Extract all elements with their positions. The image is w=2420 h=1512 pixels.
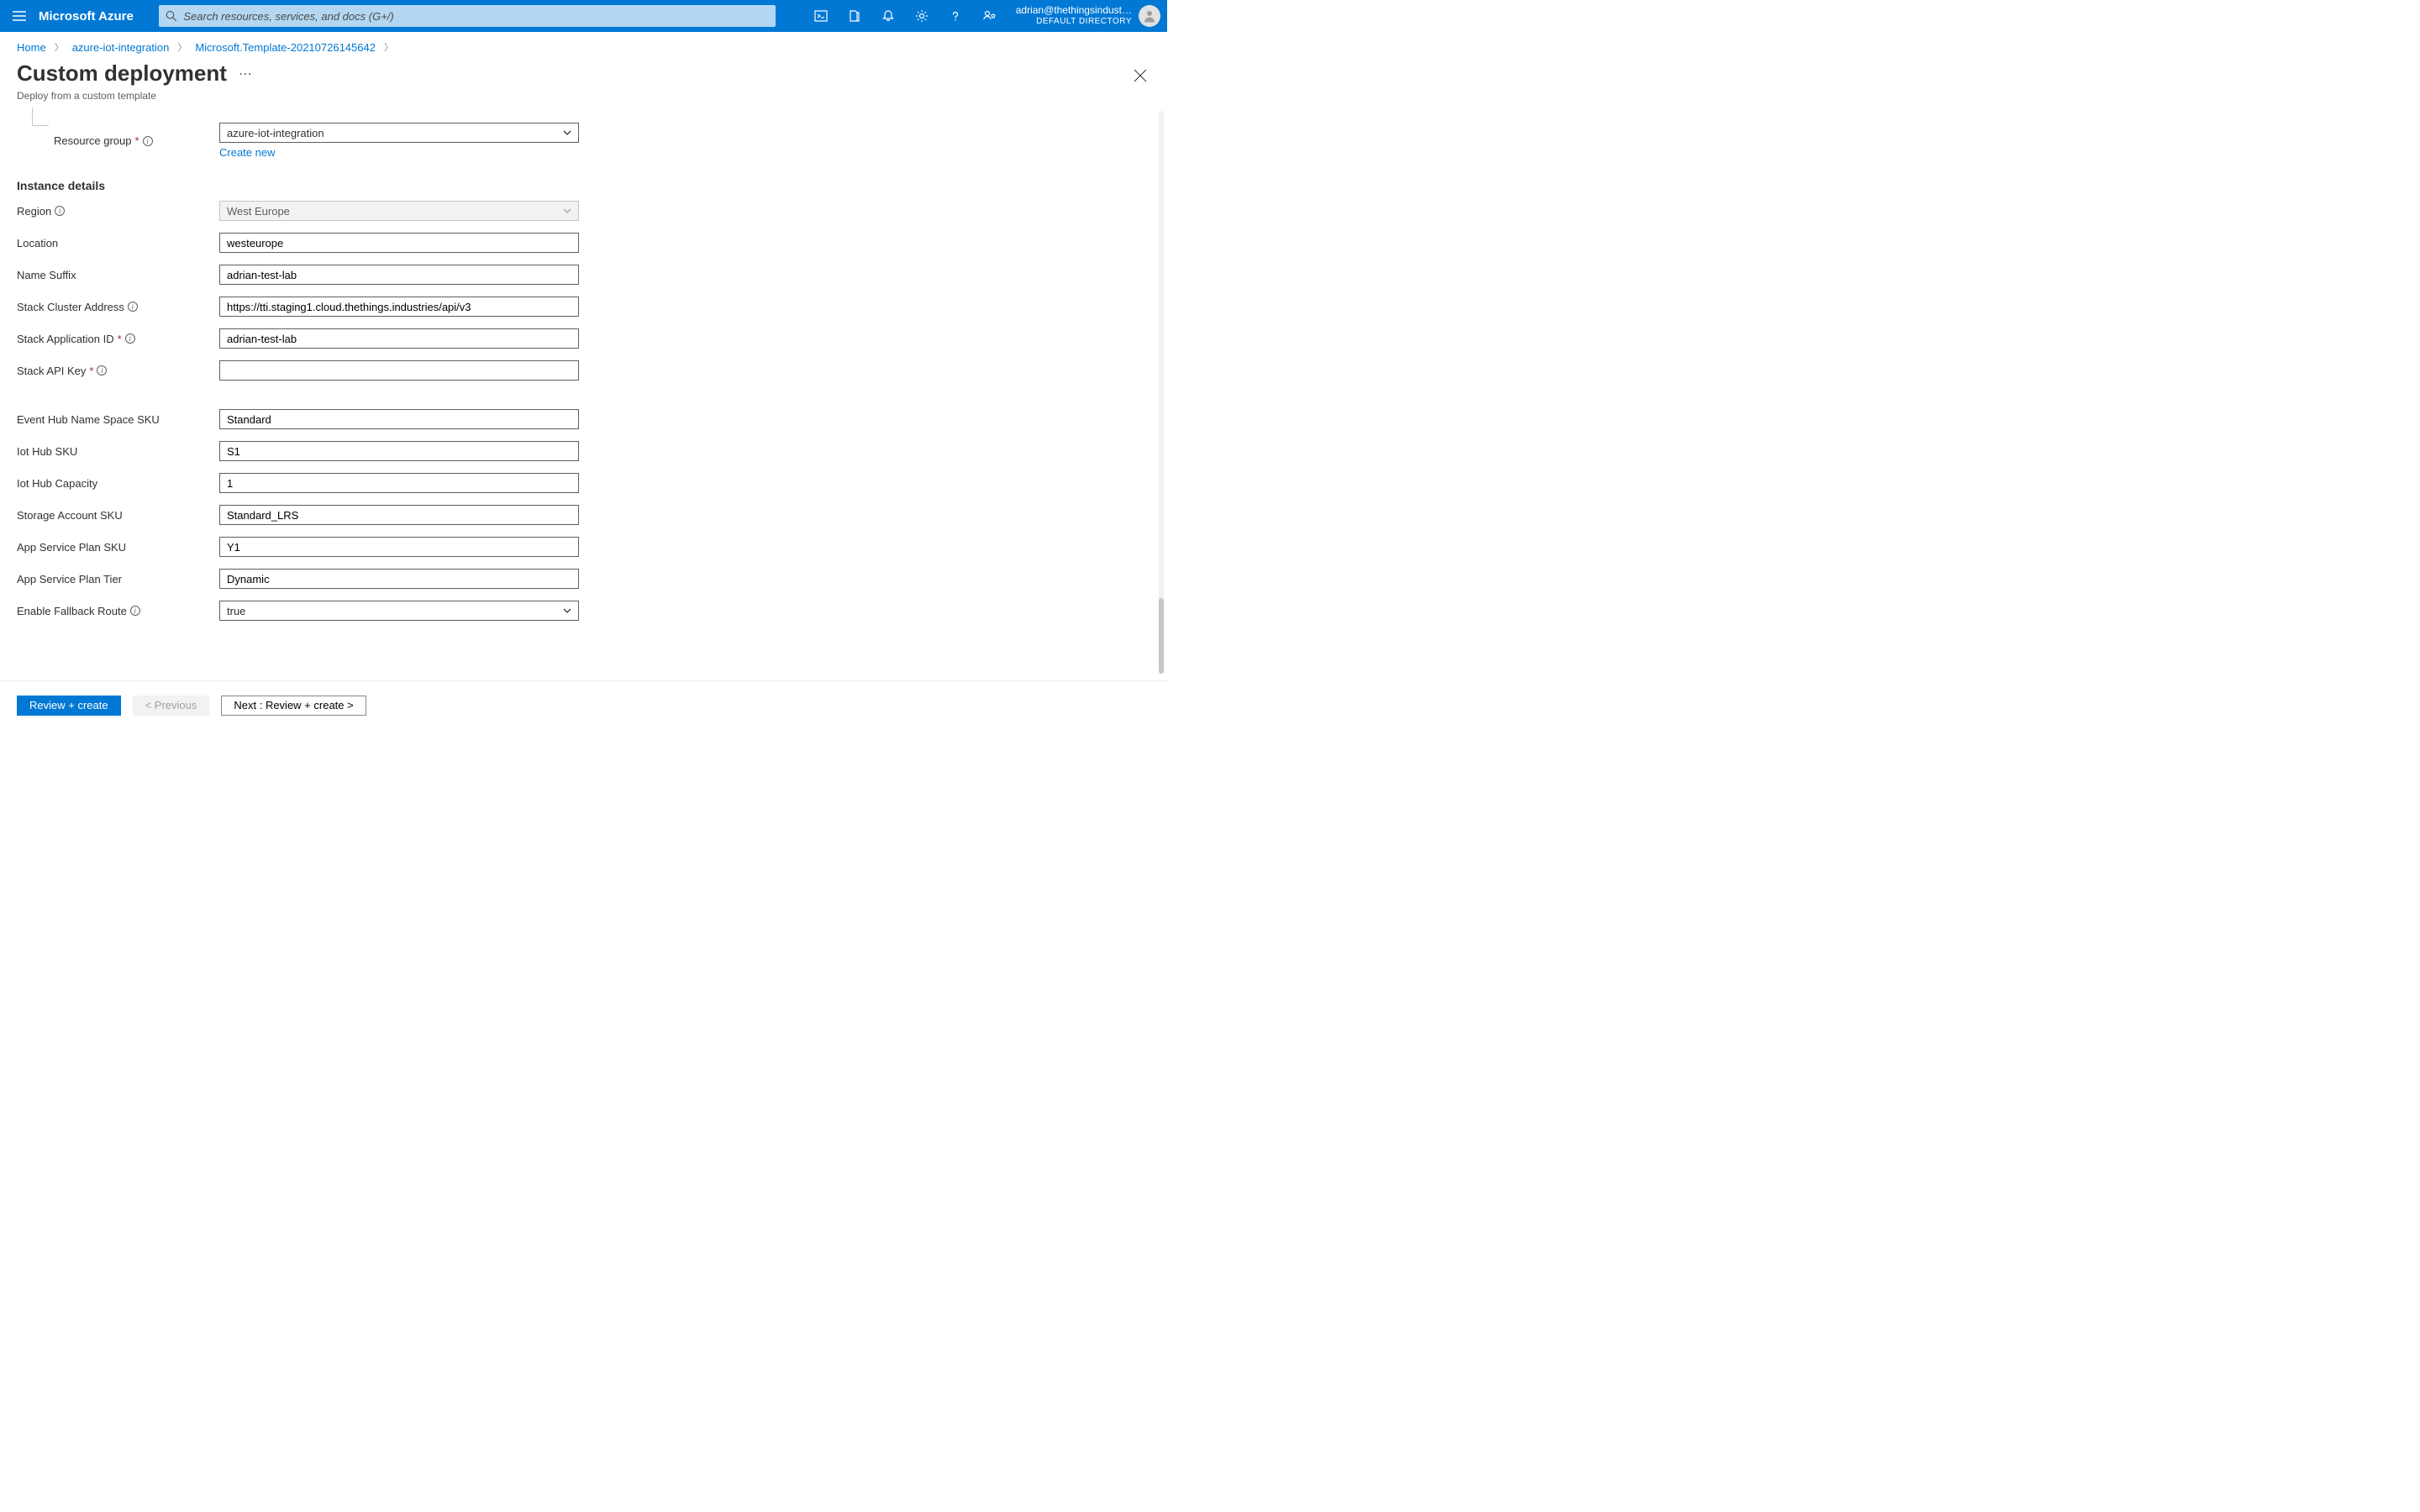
label-iothub-sku: Iot Hub SKU — [17, 445, 77, 458]
close-button[interactable] — [1134, 69, 1147, 85]
label-iothub-capacity: Iot Hub Capacity — [17, 477, 97, 490]
help-icon[interactable] — [939, 0, 972, 32]
resource-group-dropdown[interactable]: azure-iot-integration — [219, 123, 579, 143]
previous-button: < Previous — [133, 696, 210, 716]
label-stack-cluster: Stack Cluster Address — [17, 301, 124, 313]
chevron-down-icon — [563, 606, 571, 615]
brand-logo[interactable]: Microsoft Azure — [39, 9, 134, 24]
storage-sku-input[interactable] — [219, 505, 579, 525]
search-box[interactable] — [159, 5, 776, 27]
stack-api-key-input[interactable] — [219, 360, 579, 381]
label-region: Region — [17, 205, 51, 218]
breadcrumb: Home 〉 azure-iot-integration 〉 Microsoft… — [0, 32, 1167, 60]
review-create-button[interactable]: Review + create — [17, 696, 121, 716]
page-subtitle: Deploy from a custom template — [0, 90, 1167, 108]
plan-tier-input[interactable] — [219, 569, 579, 589]
name-suffix-input[interactable] — [219, 265, 579, 285]
chevron-down-icon — [563, 207, 571, 215]
scrollbar[interactable] — [1159, 111, 1164, 674]
next-button[interactable]: Next : Review + create > — [221, 696, 366, 716]
label-stack-api-key: Stack API Key — [17, 365, 86, 377]
eventhub-sku-input[interactable] — [219, 409, 579, 429]
breadcrumb-rg[interactable]: azure-iot-integration — [72, 41, 170, 54]
label-resource-group: Resource group — [54, 134, 132, 147]
info-icon[interactable]: i — [125, 333, 135, 344]
search-input[interactable] — [183, 10, 768, 23]
info-icon[interactable]: i — [128, 302, 138, 312]
label-name-suffix: Name Suffix — [17, 269, 76, 281]
chevron-down-icon — [563, 129, 571, 137]
chevron-right-icon: 〉 — [384, 40, 393, 54]
page-title: Custom deployment — [17, 60, 227, 87]
info-icon[interactable]: i — [130, 606, 140, 616]
info-icon[interactable]: i — [55, 206, 65, 216]
notifications-icon[interactable] — [871, 0, 905, 32]
plan-sku-input[interactable] — [219, 537, 579, 557]
region-dropdown: West Europe — [219, 201, 579, 221]
fallback-dropdown[interactable]: true — [219, 601, 579, 621]
info-icon[interactable]: i — [143, 136, 153, 146]
label-fallback: Enable Fallback Route — [17, 605, 127, 617]
breadcrumb-template[interactable]: Microsoft.Template-20210726145642 — [195, 41, 376, 54]
menu-button[interactable] — [0, 0, 39, 32]
label-location: Location — [17, 237, 58, 249]
section-instance-details: Instance details — [17, 179, 1150, 192]
more-button[interactable]: ⋯ — [239, 66, 253, 82]
create-new-link[interactable]: Create new — [219, 146, 275, 159]
label-plan-tier: App Service Plan Tier — [17, 573, 122, 585]
info-icon[interactable]: i — [97, 365, 107, 375]
avatar — [1139, 5, 1160, 27]
directories-icon[interactable] — [838, 0, 871, 32]
chevron-right-icon: 〉 — [177, 40, 187, 54]
iothub-capacity-input[interactable] — [219, 473, 579, 493]
iothub-sku-input[interactable] — [219, 441, 579, 461]
account-email: adrian@thethingsindust… — [1016, 5, 1132, 16]
cloud-shell-icon[interactable] — [804, 0, 838, 32]
settings-icon[interactable] — [905, 0, 939, 32]
chevron-right-icon: 〉 — [55, 40, 64, 54]
label-plan-sku: App Service Plan SKU — [17, 541, 126, 554]
account-directory: DEFAULT DIRECTORY — [1016, 16, 1132, 27]
label-stack-app-id: Stack Application ID — [17, 333, 114, 345]
feedback-icon[interactable] — [972, 0, 1006, 32]
label-eventhub-sku: Event Hub Name Space SKU — [17, 413, 160, 426]
location-input[interactable] — [219, 233, 579, 253]
search-icon — [166, 10, 177, 22]
stack-app-id-input[interactable] — [219, 328, 579, 349]
stack-cluster-input[interactable] — [219, 297, 579, 317]
account-menu[interactable]: adrian@thethingsindust… DEFAULT DIRECTOR… — [1006, 0, 1167, 32]
label-storage-sku: Storage Account SKU — [17, 509, 123, 522]
breadcrumb-home[interactable]: Home — [17, 41, 46, 54]
